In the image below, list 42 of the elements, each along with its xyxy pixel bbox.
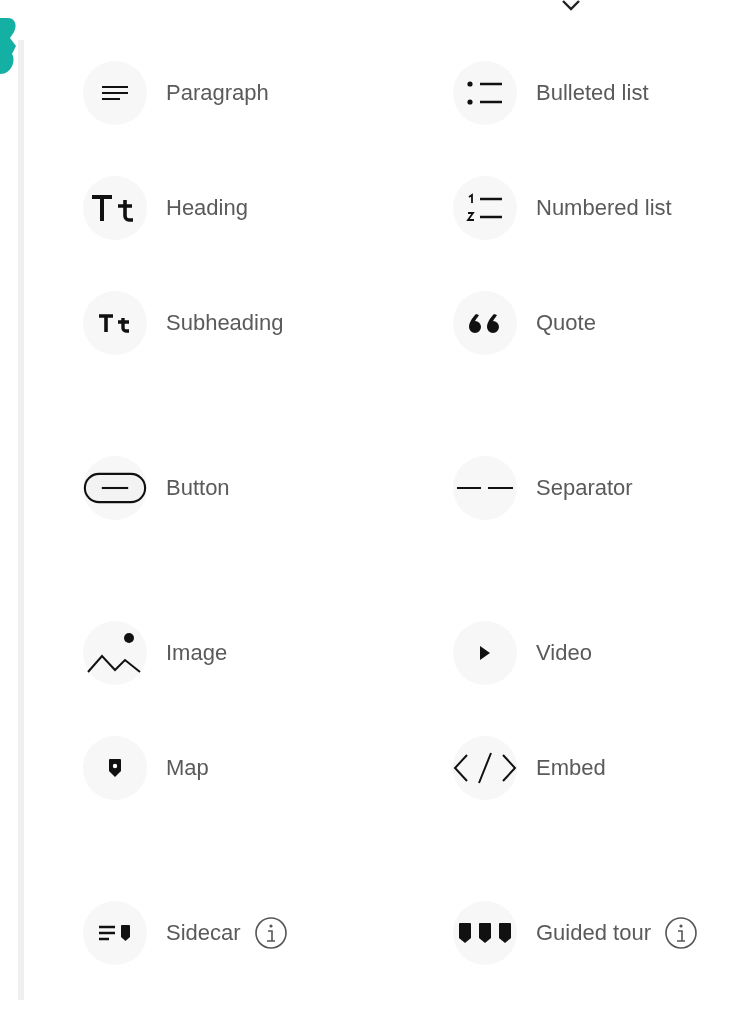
block-option[interactable]: Quote: [453, 265, 733, 380]
option-label: Paragraph: [166, 79, 269, 107]
option-label: Separator: [536, 474, 633, 502]
option-label: Sidecar: [166, 919, 241, 947]
option-label: Map: [166, 754, 209, 782]
play-icon: [479, 644, 491, 661]
map-pin-icon: [108, 757, 122, 778]
numbered-list-icon: [466, 192, 504, 223]
option-label: Guided tour: [536, 919, 651, 947]
block-option[interactable]: Heading: [83, 150, 453, 265]
info-icon[interactable]: [253, 915, 288, 950]
block-option[interactable]: Image: [83, 595, 453, 710]
dashed-line-icon: [456, 485, 514, 490]
caret-icon: [561, 0, 581, 12]
sidecar-icon: [98, 923, 132, 942]
quote-icon: [468, 311, 502, 334]
block-option[interactable]: Guided tour: [453, 875, 733, 990]
block-option[interactable]: Bulleted list: [453, 35, 733, 150]
code-icon: [453, 750, 517, 785]
option-label: Quote: [536, 309, 596, 337]
option-label: Bulleted list: [536, 79, 649, 107]
option-label: Numbered list: [536, 194, 672, 222]
lines-icon: [100, 84, 130, 101]
block-option[interactable]: Separator: [453, 430, 733, 545]
block-option[interactable]: Map: [83, 710, 453, 825]
block-option[interactable]: Embed: [453, 710, 733, 825]
option-label: Video: [536, 639, 592, 667]
option-label: Image: [166, 639, 228, 667]
three-markers-icon: [458, 921, 512, 944]
option-label: Subheading: [166, 309, 284, 337]
block-option[interactable]: Paragraph: [83, 35, 453, 150]
block-option[interactable]: Sidecar: [83, 875, 453, 990]
block-option[interactable]: Numbered list: [453, 150, 733, 265]
option-label: Embed: [536, 754, 606, 782]
info-icon[interactable]: [663, 915, 698, 950]
block-option[interactable]: Video: [453, 595, 733, 710]
option-label: Heading: [166, 194, 248, 222]
block-option[interactable]: Button: [83, 430, 453, 545]
block-option[interactable]: Subheading: [83, 265, 453, 380]
bulleted-list-icon: [466, 78, 504, 107]
option-label: Button: [166, 474, 230, 502]
button-shape-icon: [83, 470, 147, 505]
